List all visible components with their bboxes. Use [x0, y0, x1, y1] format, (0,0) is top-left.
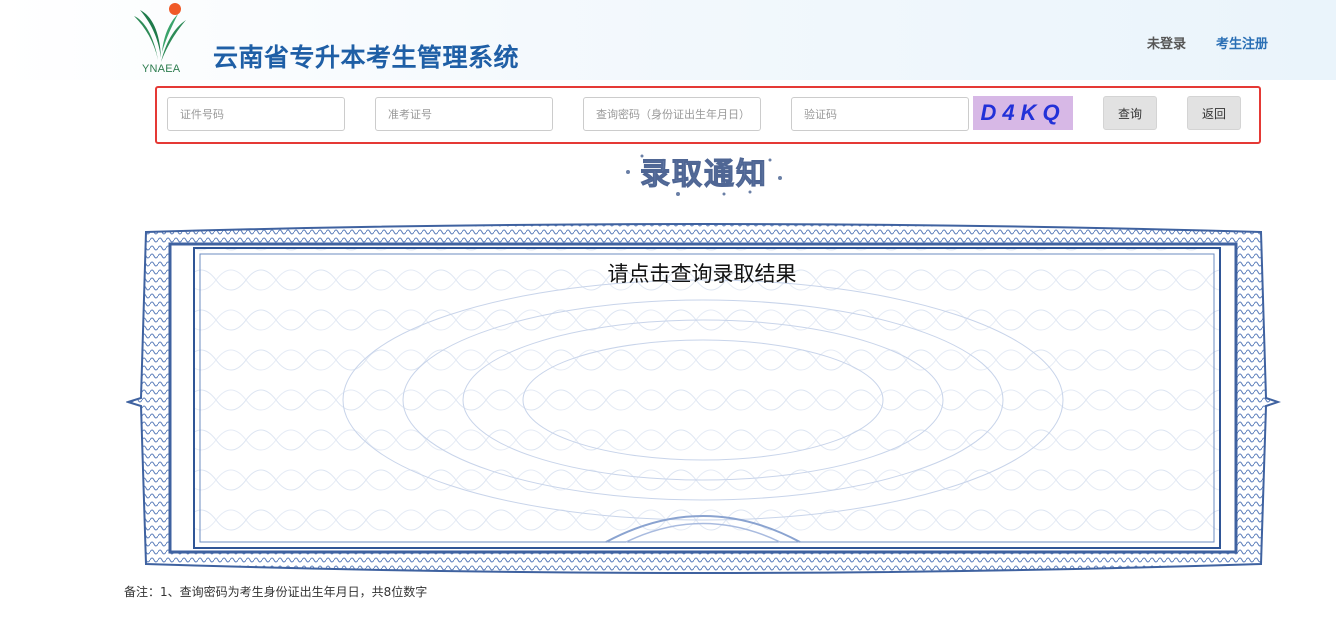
back-button[interactable]: 返回	[1187, 96, 1241, 130]
register-link[interactable]: 考生注册	[1216, 33, 1268, 52]
login-status: 未登录	[1147, 37, 1187, 52]
logo-text: YNAEA	[142, 63, 181, 75]
result-prompt: 请点击查询录取结果	[607, 262, 797, 286]
notice-title-graphic: 录取通知	[626, 154, 782, 196]
page-header: YNAEA 云南省专升本考生管理系统 未登录 考生注册	[0, 0, 1336, 80]
notice-title-text: 录取通知	[640, 157, 768, 192]
query-button[interactable]: 查询	[1103, 96, 1157, 130]
footnote: 备注：1、查询密码为考生身份证出生年月日，共8位数字	[124, 585, 428, 599]
captcha-input[interactable]	[791, 97, 969, 131]
query-password-input[interactable]	[583, 97, 761, 131]
admission-query-form: D4KQ 查询 返回	[155, 86, 1261, 144]
site-title: 云南省专升本考生管理系统	[213, 43, 520, 72]
captcha-image[interactable]: D4KQ	[973, 96, 1073, 130]
id-number-input[interactable]	[167, 97, 345, 131]
captcha-code: D4KQ	[980, 100, 1066, 125]
exam-number-input[interactable]	[375, 97, 553, 131]
